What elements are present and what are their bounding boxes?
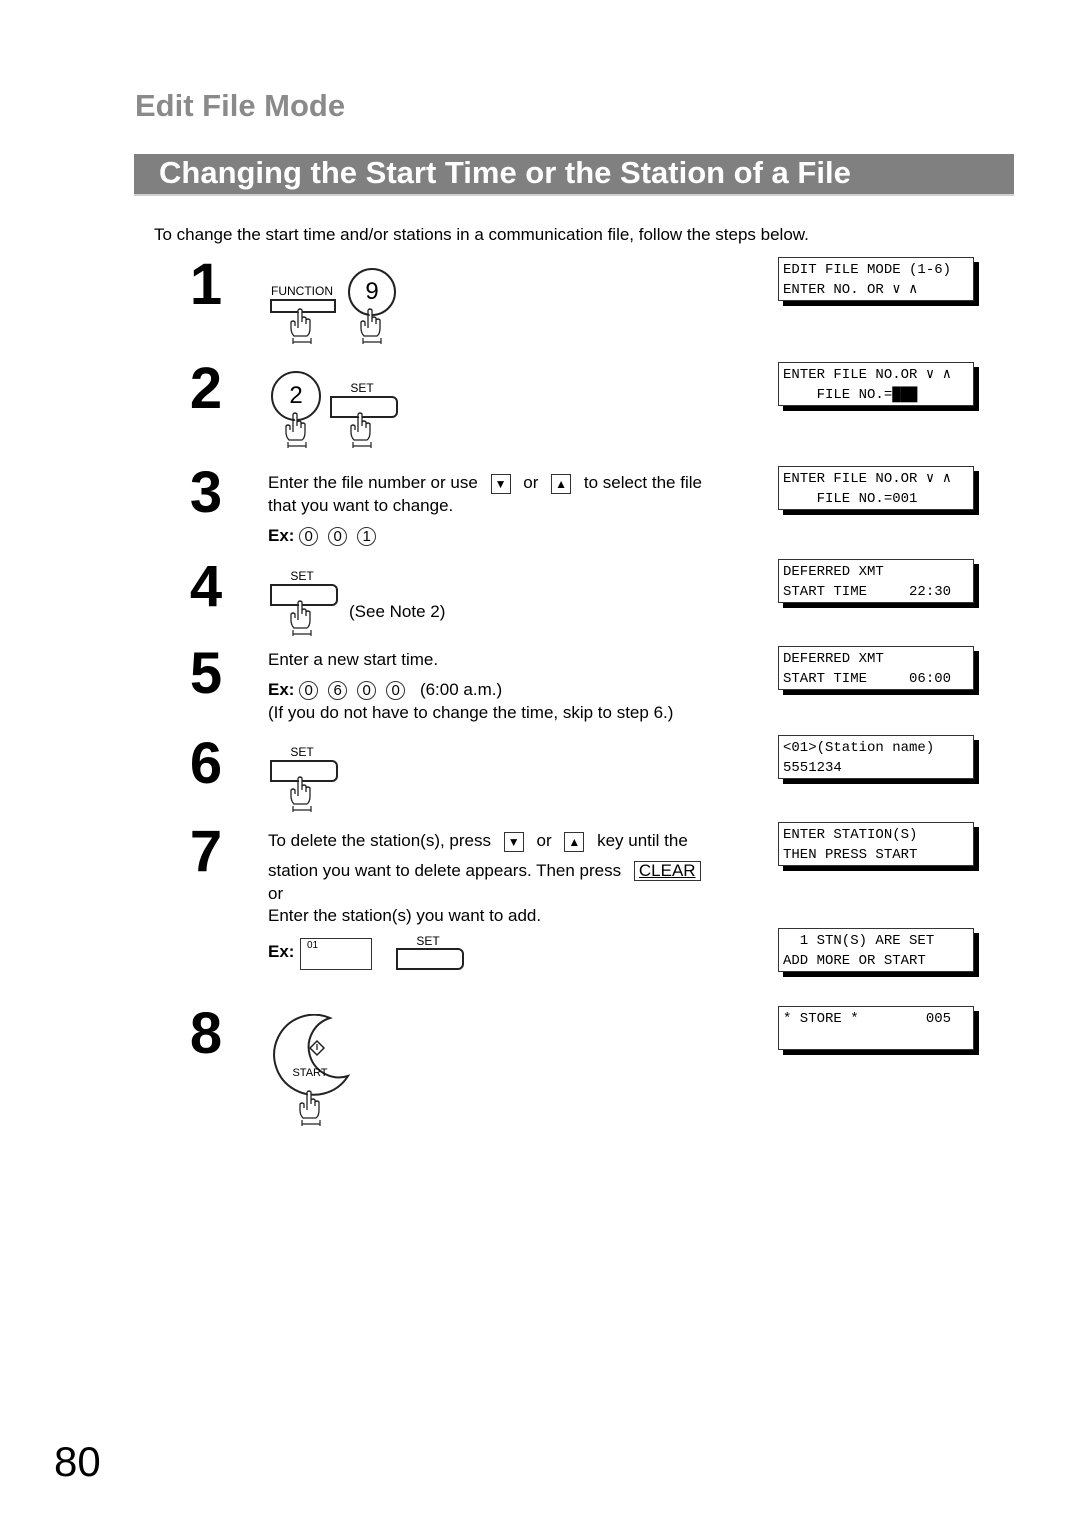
step-number-7: 7 <box>189 819 223 884</box>
lcd-line-1: * STORE * 005 <box>783 1011 952 1027</box>
step-number-8: 8 <box>189 1001 223 1066</box>
lcd-line-1: <01>(Station name) <box>783 740 935 756</box>
lcd-display: ENTER STATION(S) THEN PRESS START <box>778 822 974 866</box>
lcd-display: DEFERRED XMT START TIME 22:30 <box>778 559 974 603</box>
page-title-bar: Changing the Start Time or the Station o… <box>134 154 1014 196</box>
or-text: or <box>523 473 539 492</box>
step-number-2: 2 <box>189 356 223 421</box>
or-text: or <box>536 831 552 850</box>
up-arrow-key-icon: ▲ <box>551 473 572 494</box>
lcd-line-1: DEFERRED XMT <box>783 651 884 667</box>
step-5-example: Ex: 0600 (6:00 a.m.) <box>268 678 502 701</box>
press-hand-icon <box>297 1090 325 1126</box>
time-note: (6:00 a.m.) <box>419 680 503 699</box>
step-number-1: 1 <box>189 252 223 317</box>
step-number-4: 4 <box>189 554 223 619</box>
set-key[interactable] <box>396 948 464 970</box>
step-7-text-b: key until the <box>597 831 688 850</box>
lcd-line-1: EDIT FILE MODE (1-6) <box>783 262 952 278</box>
step-7-text: To delete the station(s), press ▼ or ▲ k… <box>268 829 688 852</box>
lcd-line-1: ENTER FILE NO.OR ∨ ∧ <box>783 471 952 487</box>
step-5-text-b: (If you do not have to change the time, … <box>268 703 674 722</box>
lcd-line-1: DEFERRED XMT <box>783 564 884 580</box>
step-3-text-c: that you want to change. <box>268 496 454 515</box>
lcd-display: * STORE * 005 <box>778 1006 974 1050</box>
step-number-5: 5 <box>189 641 223 706</box>
digit-circle: 0 <box>299 681 319 701</box>
press-hand-icon <box>348 412 376 448</box>
lcd-line-2: START TIME 06:00 <box>783 671 952 687</box>
set-key-label: SET <box>416 934 440 948</box>
step-7-or: or <box>268 884 284 903</box>
lcd-line-2: FILE NO.=001 <box>783 491 918 507</box>
intro-text: To change the start time and/or stations… <box>154 225 809 244</box>
step-7-text-a: To delete the station(s), press <box>268 831 492 850</box>
press-hand-icon <box>288 308 316 344</box>
step-7-line2: station you want to delete appears. Then… <box>268 859 701 882</box>
digit-circle: 0 <box>299 527 319 547</box>
lcd-display: EDIT FILE MODE (1-6) ENTER NO. OR ∨ ∧ <box>778 257 974 301</box>
press-hand-icon <box>283 412 311 448</box>
lcd-display: ENTER FILE NO.OR ∨ ∧ FILE NO.=███ <box>778 362 974 406</box>
lcd-display: ENTER FILE NO.OR ∨ ∧ FILE NO.=001 <box>778 466 974 510</box>
lcd-line-2: ENTER NO. OR ∨ ∧ <box>783 282 918 298</box>
digit-circle: 1 <box>357 527 377 547</box>
start-key-label: START <box>292 1067 328 1079</box>
digit-circle: 6 <box>328 681 348 701</box>
page-number: 80 <box>54 1438 101 1485</box>
ex-label: Ex: <box>268 942 295 961</box>
lcd-line-1: ENTER FILE NO.OR ∨ ∧ <box>783 367 952 383</box>
ex-label: Ex: <box>268 680 295 699</box>
section-title: Edit File Mode <box>135 88 346 123</box>
lcd-display: DEFERRED XMT START TIME 06:00 <box>778 646 974 690</box>
station-input-example: 01 <box>300 938 372 970</box>
digit-circle: 0 <box>357 681 377 701</box>
step-3-example: Ex: 001 <box>268 524 386 547</box>
step-number-6: 6 <box>189 731 223 796</box>
down-arrow-key-icon: ▼ <box>503 831 524 852</box>
step-3-text-b: to select the file <box>583 473 702 492</box>
lcd-display: 1 STN(S) ARE SET ADD MORE OR START <box>778 928 974 972</box>
lcd-line-2: FILE NO.=███ <box>783 387 918 403</box>
press-hand-icon <box>288 600 316 636</box>
step-number-3: 3 <box>189 460 223 525</box>
lcd-line-2: THEN PRESS START <box>783 847 918 863</box>
step-7-text-c: station you want to delete appears. Then… <box>268 861 622 880</box>
digit-circle: 0 <box>328 527 348 547</box>
start-key[interactable] <box>268 1014 358 1096</box>
press-hand-icon <box>288 776 316 812</box>
step-3-text: Enter the file number or use ▼ or ▲ to s… <box>268 471 702 494</box>
set-key-label: SET <box>290 569 314 583</box>
page-title: Changing the Start Time or the Station o… <box>159 155 851 190</box>
lcd-line-1: ENTER STATION(S) <box>783 827 918 843</box>
press-hand-icon <box>358 308 386 344</box>
lcd-line-2: START TIME 22:30 <box>783 584 952 600</box>
lcd-line-2: 5551234 <box>783 760 842 776</box>
function-key-label: FUNCTION <box>271 284 333 298</box>
lcd-line-1: 1 STN(S) ARE SET <box>783 933 935 949</box>
see-note-text: (See Note 2) <box>349 602 446 621</box>
down-arrow-key-icon: ▼ <box>490 473 511 494</box>
set-key-label: SET <box>350 381 374 395</box>
step-3-text-a: Enter the file number or use <box>268 473 478 492</box>
step-7-text-d: Enter the station(s) you want to add. <box>268 906 542 925</box>
ex-label: Ex: <box>268 526 295 545</box>
step-5-text-a: Enter a new start time. <box>268 650 439 669</box>
lcd-display: <01>(Station name) 5551234 <box>778 735 974 779</box>
up-arrow-key-icon: ▲ <box>564 831 585 852</box>
lcd-line-2: ADD MORE OR START <box>783 953 926 969</box>
digit-circle: 0 <box>386 681 406 701</box>
clear-key: CLEAR <box>633 861 701 881</box>
set-key-label: SET <box>290 745 314 759</box>
